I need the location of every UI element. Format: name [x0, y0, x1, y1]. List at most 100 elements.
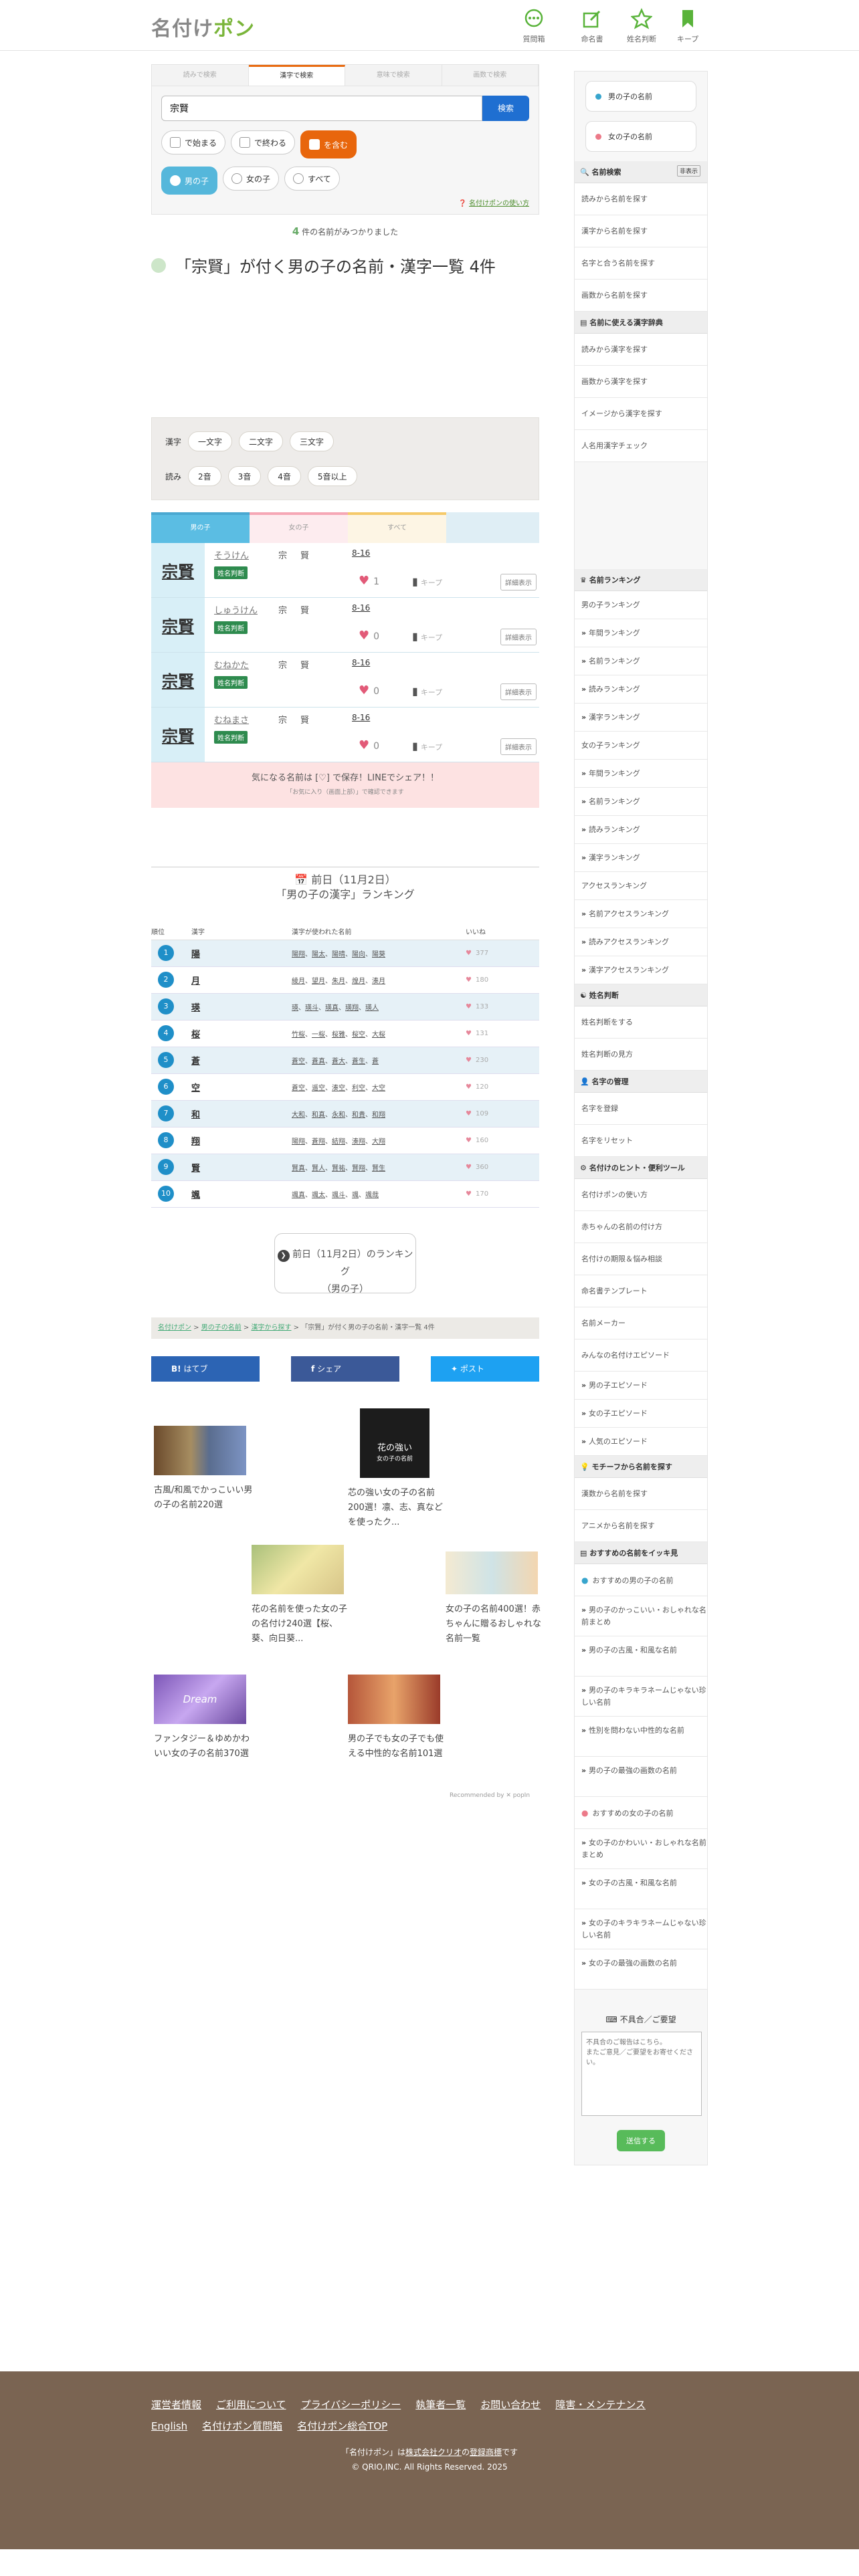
ranking-name-link[interactable]: 一桜 [312, 1031, 325, 1039]
sidebar-link[interactable]: 読みランキング [575, 675, 707, 704]
ranking-name-link[interactable]: 煌月 [352, 978, 365, 985]
sidebar-link[interactable]: みんなの名付けエピソード [575, 1339, 707, 1372]
filter-2-sounds[interactable]: 2音 [188, 466, 221, 486]
ranking-name-link[interactable]: 瑛斗 [305, 1004, 318, 1012]
ranking-name-link[interactable]: 颯太 [312, 1192, 325, 1199]
filter-two-char[interactable]: 二文字 [239, 431, 284, 451]
ranking-name-link[interactable]: 賢生 [372, 1165, 385, 1172]
sidebar-link[interactable]: 姓名判断をする [575, 1006, 707, 1039]
like-button[interactable]: ♥ 0 [359, 629, 379, 643]
filter-one-char[interactable]: 一文字 [188, 431, 233, 451]
nav-question-box[interactable]: 質問箱 [512, 8, 555, 44]
sidebar-link[interactable]: 命名書テンプレート [575, 1275, 707, 1307]
breadcrumb-boy-names[interactable]: 男の子の名前 [201, 1324, 242, 1331]
keep-button[interactable]: ▮ キープ [412, 740, 442, 752]
name-kanji-link[interactable]: 宗賢 [151, 543, 205, 597]
company-link[interactable]: 株式会社クリオ [405, 2448, 462, 2457]
tab-kanji[interactable]: 漢字で検索 [248, 65, 345, 86]
ranking-name-link[interactable]: 永和 [332, 1111, 345, 1119]
ranking-name-link[interactable]: 竹桜 [292, 1031, 305, 1039]
option-ends-with[interactable]: で終わる [231, 130, 296, 154]
sidebar-link[interactable]: 性別を問わない中性的な名前 [575, 1717, 707, 1757]
search-button[interactable]: 検索 [482, 96, 529, 121]
like-button[interactable]: ♥ 0 [359, 683, 379, 697]
sidebar-link[interactable]: 男の子の古風・和風な名前 [575, 1636, 707, 1677]
ranking-name-link[interactable]: 瑛 [292, 1004, 298, 1012]
tab-meaning[interactable]: 意味で検索 [345, 65, 442, 86]
option-girl[interactable]: 女の子 [223, 167, 280, 191]
sidebar-link[interactable]: 赤ちゃんの名前の付け方 [575, 1211, 707, 1243]
sidebar-link[interactable]: 読みアクセスランキング [575, 928, 707, 956]
ranking-name-link[interactable]: 蒼 [372, 1058, 379, 1065]
seimei-badge[interactable]: 姓名判断 [214, 731, 248, 744]
send-button[interactable]: 送信する [617, 2130, 665, 2151]
sidebar-link[interactable]: 姓名判断の見方 [575, 1039, 707, 1071]
ranking-kanji-link[interactable]: 桜 [191, 1030, 200, 1040]
ranking-name-link[interactable]: 和翔 [372, 1111, 385, 1119]
sidebar-link[interactable]: 名前ランキング [575, 647, 707, 675]
filter-5-sounds[interactable]: 5音以上 [307, 466, 357, 486]
ranking-name-link[interactable]: 桜雅 [332, 1031, 345, 1039]
ranking-name-link[interactable]: 陽太 [312, 951, 325, 958]
sidebar-link[interactable]: おすすめの男の子の名前 [575, 1564, 707, 1596]
footer-link[interactable]: English [151, 2416, 187, 2437]
name-reading-link[interactable]: そうけん [214, 551, 249, 561]
ranking-name-link[interactable]: 陽翔 [292, 951, 305, 958]
sidebar-link[interactable]: アニメから名前を探す [575, 1510, 707, 1542]
name-reading-link[interactable]: しゅうけん [214, 606, 258, 616]
sidebar-link[interactable]: 名前アクセスランキング [575, 900, 707, 928]
sidebar-link[interactable]: 男の子エピソード [575, 1372, 707, 1400]
detail-button[interactable]: 詳細表示 [500, 738, 537, 755]
sidebar-link[interactable]: イメージから漢字を探す [575, 398, 707, 430]
ranking-kanji-link[interactable]: 和 [191, 1110, 200, 1120]
ranking-name-link[interactable]: 大翔 [372, 1138, 385, 1146]
sidebar-link[interactable]: 漢字ランキング [575, 844, 707, 872]
sidebar-link[interactable]: 男の子ランキング [575, 591, 707, 619]
sidebar-link[interactable]: アクセスランキング [575, 872, 707, 900]
stroke-count-link[interactable]: 8-16 [352, 603, 370, 613]
footer-link[interactable]: プライバシーポリシー [301, 2394, 401, 2416]
sidebar-link[interactable]: 画数から名前を探す [575, 280, 707, 312]
tab-girl[interactable]: 女の子 [250, 512, 348, 543]
ranking-name-link[interactable]: 蒼大 [332, 1058, 345, 1065]
like-button[interactable]: ♥ 0 [359, 738, 379, 752]
ranking-name-link[interactable]: 和真 [312, 1111, 325, 1119]
sidebar-link[interactable]: 名前メーカー [575, 1307, 707, 1339]
name-kanji-link[interactable]: 宗賢 [151, 598, 205, 652]
breadcrumb-home[interactable]: 名付けポン [158, 1324, 191, 1331]
ranking-name-link[interactable]: 蒼空 [292, 1085, 305, 1092]
nav-naming-sheet[interactable]: 命名書 [571, 8, 613, 44]
breadcrumb-kanji-search[interactable]: 漢字から探す [252, 1324, 292, 1331]
ranking-name-link[interactable]: 遥空 [312, 1085, 325, 1092]
ranking-name-link[interactable]: 颯哉 [365, 1192, 379, 1199]
ranking-name-link[interactable]: 賢祐 [332, 1165, 345, 1172]
ranking-name-link[interactable]: 和貴 [352, 1111, 365, 1119]
stroke-count-link[interactable]: 8-16 [352, 548, 370, 558]
sidebar-link[interactable]: 男の子の最強の画数の名前 [575, 1757, 707, 1797]
ranking-name-link[interactable]: 大桜 [372, 1031, 385, 1039]
keep-button[interactable]: ▮ キープ [412, 685, 442, 697]
ranking-name-link[interactable]: 桜空 [352, 1031, 365, 1039]
sidebar-link[interactable]: 画数から漢字を探す [575, 366, 707, 398]
ranking-name-link[interactable]: 蒼翔 [312, 1138, 325, 1146]
ranking-name-link[interactable]: 颯 [352, 1192, 359, 1199]
sidebar-link[interactable]: 名付けポンの使い方 [575, 1179, 707, 1211]
ranking-name-link[interactable]: 颯斗 [332, 1192, 345, 1199]
tab-all[interactable]: すべて [348, 512, 446, 543]
ranking-kanji-link[interactable]: 翔 [191, 1137, 200, 1147]
ranking-name-link[interactable]: 颯真 [292, 1192, 305, 1199]
filter-three-char[interactable]: 三文字 [290, 431, 335, 451]
line-share-banner[interactable]: 気になる名前は [♡] で保存！LINEでシェア！！ 「お気に入り（画面上部）」… [151, 762, 539, 808]
rec-card[interactable]: 花の強い 女の子の名前 芯の強い女の子の名前200選！凛、志、真などを使ったク..… [348, 1408, 448, 1530]
ranking-kanji-link[interactable]: 瑛 [191, 1003, 200, 1013]
ranking-name-link[interactable]: 朱月 [332, 978, 345, 985]
sidebar-link[interactable]: 女の子ランキング [575, 732, 707, 760]
twitter-button[interactable]: ✦ ポスト [431, 1356, 539, 1382]
sidebar-boy-button[interactable]: 男の子の名前 [585, 81, 696, 112]
footer-link[interactable]: 名付けポン総合TOP [297, 2416, 387, 2437]
ranking-name-link[interactable]: 湊翔 [352, 1138, 365, 1146]
ranking-name-link[interactable]: 陽翔 [292, 1138, 305, 1146]
ranking-kanji-link[interactable]: 蒼 [191, 1057, 200, 1067]
ranking-name-link[interactable]: 賢人 [312, 1165, 325, 1172]
sidebar-link[interactable]: 漢字から名前を探す [575, 215, 707, 247]
